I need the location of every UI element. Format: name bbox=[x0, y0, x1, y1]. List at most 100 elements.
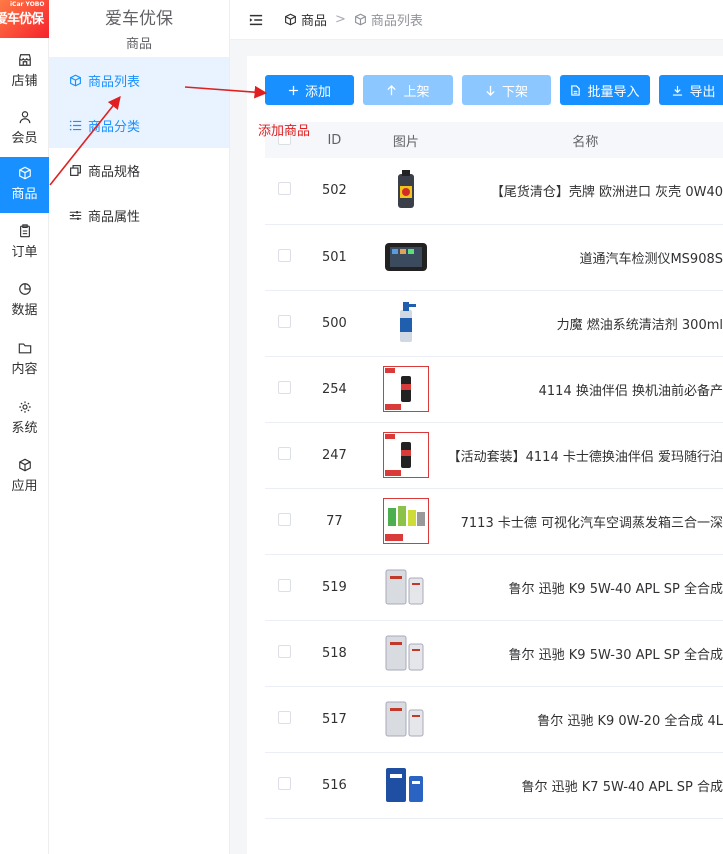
row-select-cell[interactable] bbox=[265, 752, 305, 819]
download-icon bbox=[673, 85, 683, 96]
row-checkbox[interactable] bbox=[278, 512, 292, 526]
row-id: 254 bbox=[304, 356, 365, 423]
copy-icon bbox=[70, 165, 81, 176]
rail-member[interactable]: 会员 bbox=[0, 101, 49, 157]
menu-fold-icon[interactable] bbox=[249, 13, 263, 27]
product-thumbnail[interactable] bbox=[383, 234, 429, 280]
row-select-cell[interactable] bbox=[265, 290, 305, 357]
rail-system[interactable]: 系统 bbox=[0, 391, 49, 447]
annotation-label: 添加商品 bbox=[258, 124, 311, 139]
header-name: 名称 bbox=[447, 122, 723, 158]
rail-app[interactable]: 应用 bbox=[0, 449, 49, 505]
table-row[interactable]: 254 4114 换油伴侣 换机油前必备产 bbox=[265, 356, 723, 423]
row-checkbox[interactable] bbox=[278, 182, 292, 196]
row-checkbox[interactable] bbox=[278, 248, 292, 262]
table-row[interactable]: 502 【尾货清仓】壳牌 欧洲进口 灰壳 0W40 bbox=[265, 158, 723, 225]
rail-order-label: 订单 bbox=[11, 245, 38, 260]
row-image-cell bbox=[364, 686, 448, 753]
list-icon bbox=[69, 120, 82, 131]
app-logo[interactable]: iCar YOBO 爱车优保 bbox=[0, 0, 49, 38]
on-shelf-button[interactable]: 上架 bbox=[363, 75, 453, 105]
product-thumbnail[interactable] bbox=[382, 432, 429, 478]
row-checkbox[interactable] bbox=[278, 644, 292, 658]
table-body: 502 【尾货清仓】壳牌 欧洲进口 灰壳 0W40 501 道通汽车检测仪MS908S… bbox=[265, 158, 723, 819]
table-row[interactable]: 501 道通汽车检测仪MS908S bbox=[265, 224, 723, 291]
row-image-cell bbox=[364, 554, 448, 621]
breadcrumb-root[interactable]: 商品 bbox=[301, 10, 327, 29]
row-select-cell[interactable] bbox=[265, 224, 305, 291]
row-name[interactable]: 鲁尔 迅驰 K9 5W-30 APL SP 全合成 bbox=[447, 620, 723, 687]
subnav-item-goods-spec[interactable]: 商品规格 bbox=[49, 148, 229, 193]
plus-icon bbox=[288, 85, 299, 95]
product-thumbnail[interactable] bbox=[383, 300, 429, 346]
row-checkbox[interactable] bbox=[278, 380, 292, 394]
table-row[interactable]: 519 鲁尔 迅驰 K9 5W-40 APL SP 全合成 bbox=[265, 554, 723, 621]
table-row[interactable]: 500 力魔 燃油系统清洁剂 300ml bbox=[265, 290, 723, 357]
product-thumbnail[interactable] bbox=[382, 498, 429, 544]
table-row[interactable]: 516 鲁尔 迅驰 K7 5W-40 APL SP 合成 bbox=[265, 752, 723, 819]
row-name[interactable]: 鲁尔 迅驰 K9 0W-20 全合成 4L bbox=[447, 686, 723, 753]
pie-chart-icon bbox=[18, 283, 31, 295]
subnav-item-goods-attr[interactable]: 商品属性 bbox=[49, 193, 229, 238]
row-name[interactable]: 鲁尔 迅驰 K7 5W-40 APL SP 合成 bbox=[447, 752, 723, 819]
breadcrumb: 商品 > 商品列表 bbox=[284, 10, 423, 29]
export-button[interactable]: 导出 bbox=[659, 75, 723, 105]
header-image: 图片 bbox=[364, 122, 448, 158]
off-shelf-button[interactable]: 下架 bbox=[462, 75, 551, 105]
table-header-row: ID 图片 名称 bbox=[265, 122, 723, 158]
table-row[interactable]: 517 鲁尔 迅驰 K9 0W-20 全合成 4L bbox=[265, 686, 723, 753]
rail-data[interactable]: 数据 bbox=[0, 273, 49, 329]
row-select-cell[interactable] bbox=[265, 422, 305, 489]
row-checkbox[interactable] bbox=[278, 578, 292, 592]
icon-rail: iCar YOBO 爱车优保 店铺 会员 商品 订单 数据 内容 系统 应用 bbox=[0, 0, 49, 854]
row-name[interactable]: 【活动套装】4114 卡士德换油伴侣 爱玛随行泊 bbox=[447, 422, 723, 489]
product-thumbnail[interactable] bbox=[383, 564, 429, 610]
rail-store[interactable]: 店铺 bbox=[0, 44, 49, 100]
row-checkbox[interactable] bbox=[278, 446, 292, 460]
row-select-cell[interactable] bbox=[265, 488, 305, 555]
product-thumbnail[interactable] bbox=[383, 762, 429, 808]
product-thumbnail[interactable] bbox=[383, 696, 429, 742]
row-name[interactable]: 7113 卡士德 可视化汽车空调蒸发箱三合一深 bbox=[447, 488, 723, 555]
row-id: 501 bbox=[304, 224, 365, 291]
row-select-cell[interactable] bbox=[265, 686, 305, 753]
goods-table: ID 图片 名称 502 【尾货清仓】壳牌 欧洲进口 灰壳 0W40 501 道通汽车… bbox=[265, 122, 723, 819]
product-thumbnail[interactable] bbox=[383, 168, 429, 214]
row-select-cell[interactable] bbox=[265, 554, 305, 621]
logo-text-cn: 爱车优保 bbox=[0, 12, 44, 27]
row-checkbox[interactable] bbox=[278, 314, 292, 328]
product-thumbnail[interactable] bbox=[382, 366, 429, 412]
row-select-cell[interactable] bbox=[265, 158, 305, 225]
row-select-cell[interactable] bbox=[265, 356, 305, 423]
row-name[interactable]: 力魔 燃油系统清洁剂 300ml bbox=[447, 290, 723, 357]
rail-order[interactable]: 订单 bbox=[0, 215, 49, 271]
row-name[interactable]: 【尾货清仓】壳牌 欧洲进口 灰壳 0W40 bbox=[447, 158, 723, 225]
add-button[interactable]: 添加 bbox=[265, 75, 354, 105]
row-name[interactable]: 道通汽车检测仪MS908S bbox=[447, 224, 723, 291]
rail-content-label: 内容 bbox=[11, 362, 38, 377]
rail-store-label: 店铺 bbox=[11, 74, 38, 89]
product-thumbnail[interactable] bbox=[383, 630, 429, 676]
table-row[interactable]: 518 鲁尔 迅驰 K9 5W-30 APL SP 全合成 bbox=[265, 620, 723, 687]
rail-content[interactable]: 内容 bbox=[0, 332, 49, 388]
rail-system-label: 系统 bbox=[11, 421, 38, 436]
row-id: 500 bbox=[304, 290, 365, 357]
rail-goods[interactable]: 商品 bbox=[0, 157, 49, 213]
subnav-title: 爱车优保 bbox=[105, 9, 173, 29]
subnav-item-goods-list[interactable]: 商品列表 bbox=[49, 58, 229, 103]
row-name[interactable]: 4114 换油伴侣 换机油前必备产 bbox=[447, 356, 723, 423]
table-row[interactable]: 247 【活动套装】4114 卡士德换油伴侣 爱玛随行泊 bbox=[265, 422, 723, 489]
row-name[interactable]: 鲁尔 迅驰 K9 5W-40 APL SP 全合成 bbox=[447, 554, 723, 621]
row-checkbox[interactable] bbox=[278, 776, 292, 790]
arrow-down-icon bbox=[486, 85, 495, 96]
subnav-item-goods-category[interactable]: 商品分类 bbox=[49, 103, 229, 148]
row-id: 519 bbox=[304, 554, 365, 621]
table-row[interactable]: 77 7113 卡士德 可视化汽车空调蒸发箱三合一深 bbox=[265, 488, 723, 555]
row-select-cell[interactable] bbox=[265, 620, 305, 687]
off-shelf-button-label: 下架 bbox=[501, 84, 528, 100]
batch-import-button[interactable]: 批量导入 bbox=[560, 75, 650, 105]
toolbar: 添加 上架 下架 批量导入 导出 bbox=[265, 75, 723, 105]
rail-data-label: 数据 bbox=[11, 303, 38, 318]
row-checkbox[interactable] bbox=[278, 710, 292, 724]
row-image-cell bbox=[364, 356, 448, 423]
